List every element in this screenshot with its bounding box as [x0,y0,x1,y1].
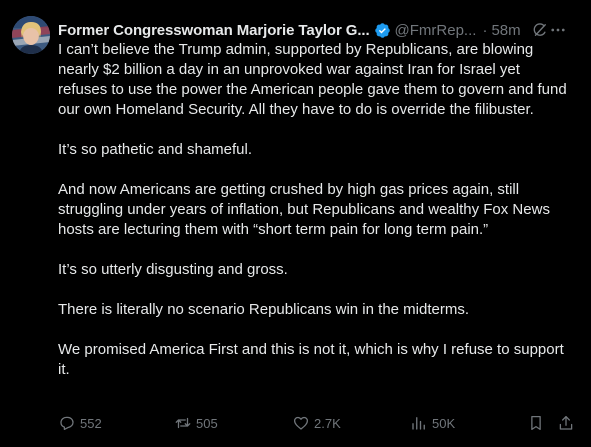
reply-count: 552 [80,415,102,431]
view-count: 50K [432,415,456,431]
bookmark-button[interactable] [527,413,549,433]
verified-badge-icon[interactable] [374,22,391,39]
repost-count: 505 [196,415,218,431]
tweet-paragraph: There is literally no scenario Republica… [58,301,470,318]
avatar[interactable] [12,16,50,54]
tweet: Former Congresswoman Marjorie Taylor G..… [0,0,591,447]
views-icon [412,417,425,430]
tweet-paragraph: I can’t believe the Trump admin, support… [58,41,567,118]
tweet-paragraph: And now Americans are getting crushed by… [58,181,550,238]
tweet-paragraph: It’s so pathetic and shameful. [58,141,253,158]
grok-icon[interactable] [531,21,549,39]
bookmark-icon [531,415,541,431]
like-button[interactable]: 2.7K [292,413,341,433]
like-icon [293,416,309,430]
reply-icon [60,416,74,431]
handle[interactable]: @FmrRep... [395,22,477,39]
like-count: 2.7K [314,415,341,431]
action-bar: 552 505 2.7K 50K [58,413,578,433]
share-icon [559,415,573,430]
repost-button[interactable]: 505 [174,413,218,433]
tweet-paragraph: We promised America First and this is no… [58,341,564,378]
tweet-paragraph: It’s so utterly disgusting and gross. [58,261,288,278]
reply-button[interactable]: 552 [58,413,102,433]
display-name[interactable]: Former Congresswoman Marjorie Taylor G..… [58,22,370,39]
share-button[interactable] [557,413,579,433]
timestamp[interactable]: 58m [491,22,520,39]
views-button[interactable]: 50K [410,413,455,433]
tweet-body: I can’t believe the Trump admin, support… [58,40,573,400]
separator-dot: · [482,21,488,39]
tweet-header: Former Congresswoman Marjorie Taylor G..… [58,19,581,41]
more-icon[interactable] [549,19,567,41]
repost-icon [175,417,191,429]
